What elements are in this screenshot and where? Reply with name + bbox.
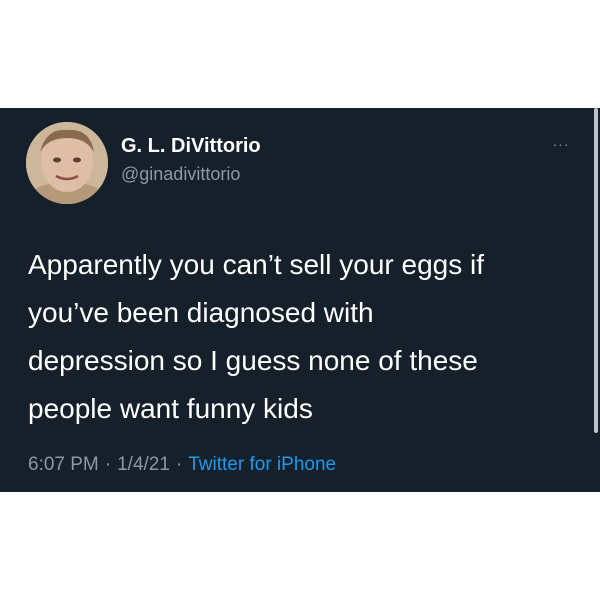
tweet-text: Apparently you can’t sell your eggs if y… <box>28 241 583 433</box>
more-options-button[interactable]: ··· <box>546 134 576 154</box>
tweet-text-line: Apparently you can’t sell your eggs if <box>28 249 485 280</box>
more-dots-icon: ··· <box>552 136 570 152</box>
tweet-text-line: depression so I guess none of these <box>28 345 478 376</box>
tweet-metadata: 6:07 PM · 1/4/21 · Twitter for iPhone <box>28 454 336 476</box>
meta-separator: · <box>175 454 183 475</box>
tweet-date[interactable]: 1/4/21 <box>117 454 170 475</box>
tweet-text-line: you’ve been diagnosed with <box>28 297 374 328</box>
avatar-photo <box>26 122 108 204</box>
meta-separator: · <box>104 454 112 475</box>
avatar[interactable] <box>26 122 108 204</box>
scrollbar[interactable] <box>594 108 598 433</box>
author-display-name[interactable]: G. L. DiVittorio <box>121 135 261 158</box>
tweet-card: G. L. DiVittorio @ginadivittorio ··· App… <box>0 108 600 492</box>
author-handle[interactable]: @ginadivittorio <box>121 164 240 185</box>
tweet-source-link[interactable]: Twitter for iPhone <box>188 454 336 475</box>
tweet-text-line: people want funny kids <box>28 393 313 424</box>
tweet-time[interactable]: 6:07 PM <box>28 454 99 475</box>
